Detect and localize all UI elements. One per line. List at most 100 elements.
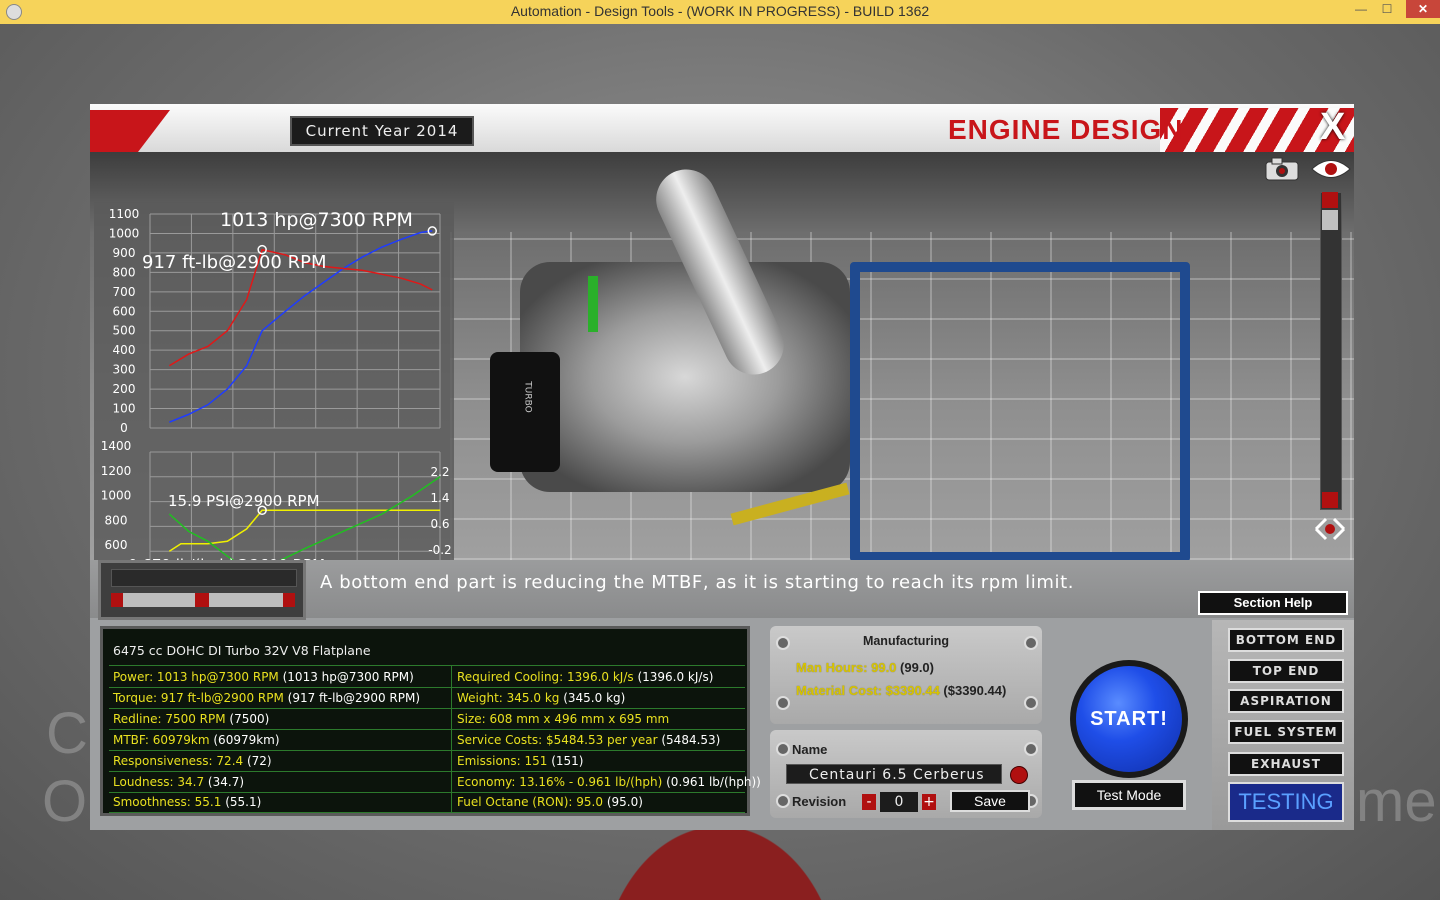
stat-baseline: (1013 hp@7300 RPM) [278, 670, 414, 684]
stat-baseline: (5484.53) [657, 733, 721, 747]
background-text: C [46, 701, 88, 766]
chart1-ytick: 1100 [109, 207, 140, 221]
move-gizmo-y-arrow[interactable] [588, 276, 598, 332]
torque-annotation: 917 ft-lb@2900 RPM [142, 252, 327, 273]
stats-grid-line [109, 665, 745, 666]
chart1-ytick: 400 [113, 343, 136, 357]
stat-value: Size: 608 mm x 496 mm x 695 mm [457, 712, 670, 726]
camera-rotation-slider[interactable] [111, 593, 295, 607]
stat-row: Smoothness: 55.1 (55.1) [113, 792, 261, 812]
refresh-icon[interactable] [1010, 766, 1028, 784]
naming-panel: Name Centauri 6.5 Cerberus Revision - 0 … [770, 730, 1042, 818]
turbo-intercooler: TURBO [490, 352, 560, 472]
nav-testing[interactable]: TESTING [1228, 782, 1344, 822]
stat-value: Service Costs: $5484.53 per year [457, 733, 658, 747]
section-help-button[interactable]: Section Help [1198, 591, 1348, 615]
stat-row: Emissions: 151 (151) [457, 751, 584, 771]
engine-design-panel: Current Year 2014 ENGINE DESIGN X TURBO [90, 104, 1354, 830]
material-cost: Material Cost: $3390.44 ($3390.44) [796, 683, 1006, 698]
zoom-scroll-thumb[interactable] [1322, 210, 1338, 230]
header-stripe-left [90, 110, 170, 152]
stat-row: Weight: 345.0 kg (345.0 kg) [457, 688, 625, 708]
screw [1024, 742, 1038, 756]
nav-top-end[interactable]: TOP END [1228, 659, 1344, 683]
stat-row: Service Costs: $5484.53 per year (5484.5… [457, 730, 720, 750]
disassemble-icon[interactable] [1312, 514, 1348, 544]
performance-chart-svg: 1100100090080070060050040030020010001400… [101, 207, 452, 560]
stat-value: Torque: 917 ft-lb@2900 RPM [113, 691, 284, 705]
stat-value: Power: 1013 hp@7300 RPM [113, 670, 279, 684]
background-text: O [42, 769, 88, 834]
stat-row: Fuel Octane (RON): 95.0 (95.0) [457, 792, 643, 812]
start-button[interactable]: START! [1076, 666, 1182, 772]
current-year: Current Year 2014 [290, 116, 474, 146]
nav-aspiration[interactable]: ASPIRATION [1228, 689, 1344, 713]
stat-value: Loudness: 34.7 [113, 775, 205, 789]
manufacturing-panel: Manufacturing Man Hours: 99.0 (99.0) Mat… [770, 626, 1042, 724]
camera-slider-box [98, 560, 306, 620]
engine-model[interactable] [520, 262, 850, 492]
chart1-ytick: 700 [113, 285, 136, 299]
chart1-ytick: 100 [113, 402, 136, 416]
nav-bottom-end[interactable]: BOTTOM END [1228, 628, 1344, 652]
eye-icon[interactable] [1310, 156, 1352, 182]
minimize-button[interactable]: — [1348, 0, 1374, 18]
chart1-ytick: 600 [113, 304, 136, 318]
camera-icon[interactable] [1262, 156, 1304, 182]
revision-decrement-button[interactable]: - [862, 794, 876, 810]
stat-row: Loudness: 34.7 (34.7) [113, 772, 244, 792]
screw [776, 742, 790, 756]
chart2-y2tick: 1.4 [430, 491, 449, 505]
stat-value: Emissions: 151 [457, 754, 548, 768]
chart2-y2tick: 0.6 [430, 517, 449, 531]
chart1-ytick: 200 [113, 382, 136, 396]
chart2-series-line [168, 509, 440, 552]
material-cost-base: ($3390.44) [939, 683, 1007, 698]
chart2-ytick: 800 [105, 513, 128, 527]
stat-baseline: (917 ft-lb@2900 RPM) [283, 691, 421, 705]
test-mode-button[interactable]: Test Mode [1072, 780, 1186, 810]
screw [776, 794, 790, 808]
stat-baseline: (34.7) [204, 775, 245, 789]
stat-value: Economy: 13.16% - 0.961 lb/(hph) [457, 775, 663, 789]
power-annotation: 1013 hp@7300 RPM [220, 209, 413, 231]
stat-baseline: (1396.0 kJ/s) [633, 670, 714, 684]
stat-baseline: (0.961 lb/(hph)) [662, 775, 761, 789]
chart2-y2tick: -0.2 [428, 543, 451, 557]
screw [1024, 696, 1038, 710]
slider-left-icon[interactable] [111, 593, 123, 607]
stat-row: Redline: 7500 RPM (7500) [113, 709, 269, 729]
stat-value: Required Cooling: 1396.0 kJ/s [457, 670, 634, 684]
message-bar: A bottom end part is reducing the MTBF, … [90, 560, 1354, 620]
window-close-button[interactable]: ✕ [1406, 0, 1440, 18]
window-title: Automation - Design Tools - (WORK IN PRO… [510, 3, 930, 19]
stat-baseline: (55.1) [221, 795, 262, 809]
stat-row: MTBF: 60979km (60979km) [113, 730, 280, 750]
performance-graph: 1100 1000 900 800 700 600 500 400 300 200 100 0 1400… [94, 202, 454, 560]
engine-3d-viewport[interactable]: TURBO 1100 1000 900 800 700 600 500 400 … [90, 152, 1354, 560]
engine-name-input[interactable]: Centauri 6.5 Cerberus [786, 764, 1002, 784]
stat-row: Economy: 13.16% - 0.961 lb/(hph) (0.961 … [457, 772, 761, 792]
camera-preview-strip [111, 569, 297, 587]
stat-row: Responsiveness: 72.4 (72) [113, 751, 272, 771]
revision-increment-button[interactable]: + [922, 794, 936, 810]
chart1-ytick: 300 [113, 363, 136, 377]
stat-baseline: (95.0) [603, 795, 643, 809]
close-panel-button[interactable]: X [1320, 106, 1345, 149]
scroll-up-icon[interactable] [1322, 192, 1338, 208]
stat-value: Redline: 7500 RPM [113, 712, 226, 726]
slider-right-icon[interactable] [283, 593, 295, 607]
slider-thumb[interactable] [195, 593, 209, 607]
save-button[interactable]: Save [950, 790, 1030, 812]
stat-baseline: (345.0 kg) [559, 691, 626, 705]
window-titlebar: Automation - Design Tools - (WORK IN PRO… [0, 0, 1440, 25]
chart1-ytick: 1000 [109, 226, 140, 240]
zoom-scrollbar[interactable] [1320, 192, 1342, 510]
manufacturing-title: Manufacturing [862, 634, 950, 648]
scroll-down-icon[interactable] [1322, 492, 1338, 508]
nav-fuel-system[interactable]: FUEL SYSTEM [1228, 720, 1344, 744]
nav-exhaust[interactable]: EXHAUST [1228, 752, 1344, 776]
maximize-button[interactable]: ☐ [1374, 0, 1400, 18]
chart2-ytick: 600 [105, 538, 128, 552]
chart2-ytick: 1400 [101, 439, 132, 453]
